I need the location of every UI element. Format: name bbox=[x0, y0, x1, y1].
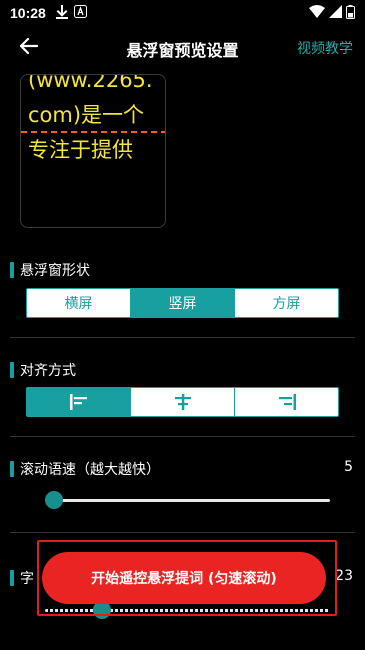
divider bbox=[10, 337, 355, 338]
app-bar: 悬浮窗预览设置 视频教学 bbox=[0, 26, 365, 66]
align-right-icon[interactable] bbox=[235, 388, 338, 416]
section-marker bbox=[10, 362, 14, 378]
align-selector bbox=[26, 387, 339, 417]
shape-option-portrait[interactable]: 竖屏 bbox=[131, 289, 235, 317]
align-left-icon[interactable] bbox=[27, 388, 131, 416]
speed-section-label: 滚动语速（越大越快） bbox=[10, 459, 160, 479]
section-marker bbox=[10, 461, 14, 477]
floating-window-preview: (www.2265.com)是一个专注于提供 bbox=[20, 74, 166, 228]
video-tutorial-link[interactable]: 视频教学 bbox=[297, 38, 353, 58]
highlight-box bbox=[37, 540, 337, 616]
divider bbox=[10, 532, 355, 533]
battery-icon bbox=[346, 4, 355, 22]
align-label-text: 对齐方式 bbox=[20, 363, 76, 379]
font-section-label: 字 bbox=[10, 568, 34, 588]
divider bbox=[10, 436, 355, 437]
speed-slider-thumb[interactable] bbox=[44, 491, 63, 509]
signal-icon bbox=[329, 5, 342, 21]
shape-option-landscape[interactable]: 横屏 bbox=[27, 289, 131, 317]
speed-value: 5 bbox=[344, 459, 353, 475]
download-icon bbox=[55, 4, 68, 22]
preview-guide-line bbox=[21, 131, 165, 133]
align-center-icon[interactable] bbox=[131, 388, 235, 416]
section-marker bbox=[10, 262, 14, 278]
shape-selector: 横屏 竖屏 方屏 bbox=[26, 288, 339, 318]
status-time: 10:28 bbox=[10, 5, 46, 21]
align-section-label: 对齐方式 bbox=[10, 360, 76, 380]
font-label-text: 字 bbox=[20, 571, 34, 587]
shape-option-square[interactable]: 方屏 bbox=[235, 289, 338, 317]
preview-text: (www.2265.com)是一个专注于提供 bbox=[28, 74, 153, 162]
wifi-icon bbox=[309, 5, 325, 21]
shape-label-text: 悬浮窗形状 bbox=[20, 263, 90, 279]
speed-label-text: 滚动语速（越大越快） bbox=[20, 462, 160, 478]
a-icon bbox=[73, 5, 87, 21]
speed-slider[interactable] bbox=[44, 491, 330, 509]
font-value: 23 bbox=[335, 568, 353, 584]
status-bar: 10:28 bbox=[0, 0, 365, 26]
shape-section-label: 悬浮窗形状 bbox=[10, 260, 90, 280]
section-marker bbox=[10, 570, 14, 586]
